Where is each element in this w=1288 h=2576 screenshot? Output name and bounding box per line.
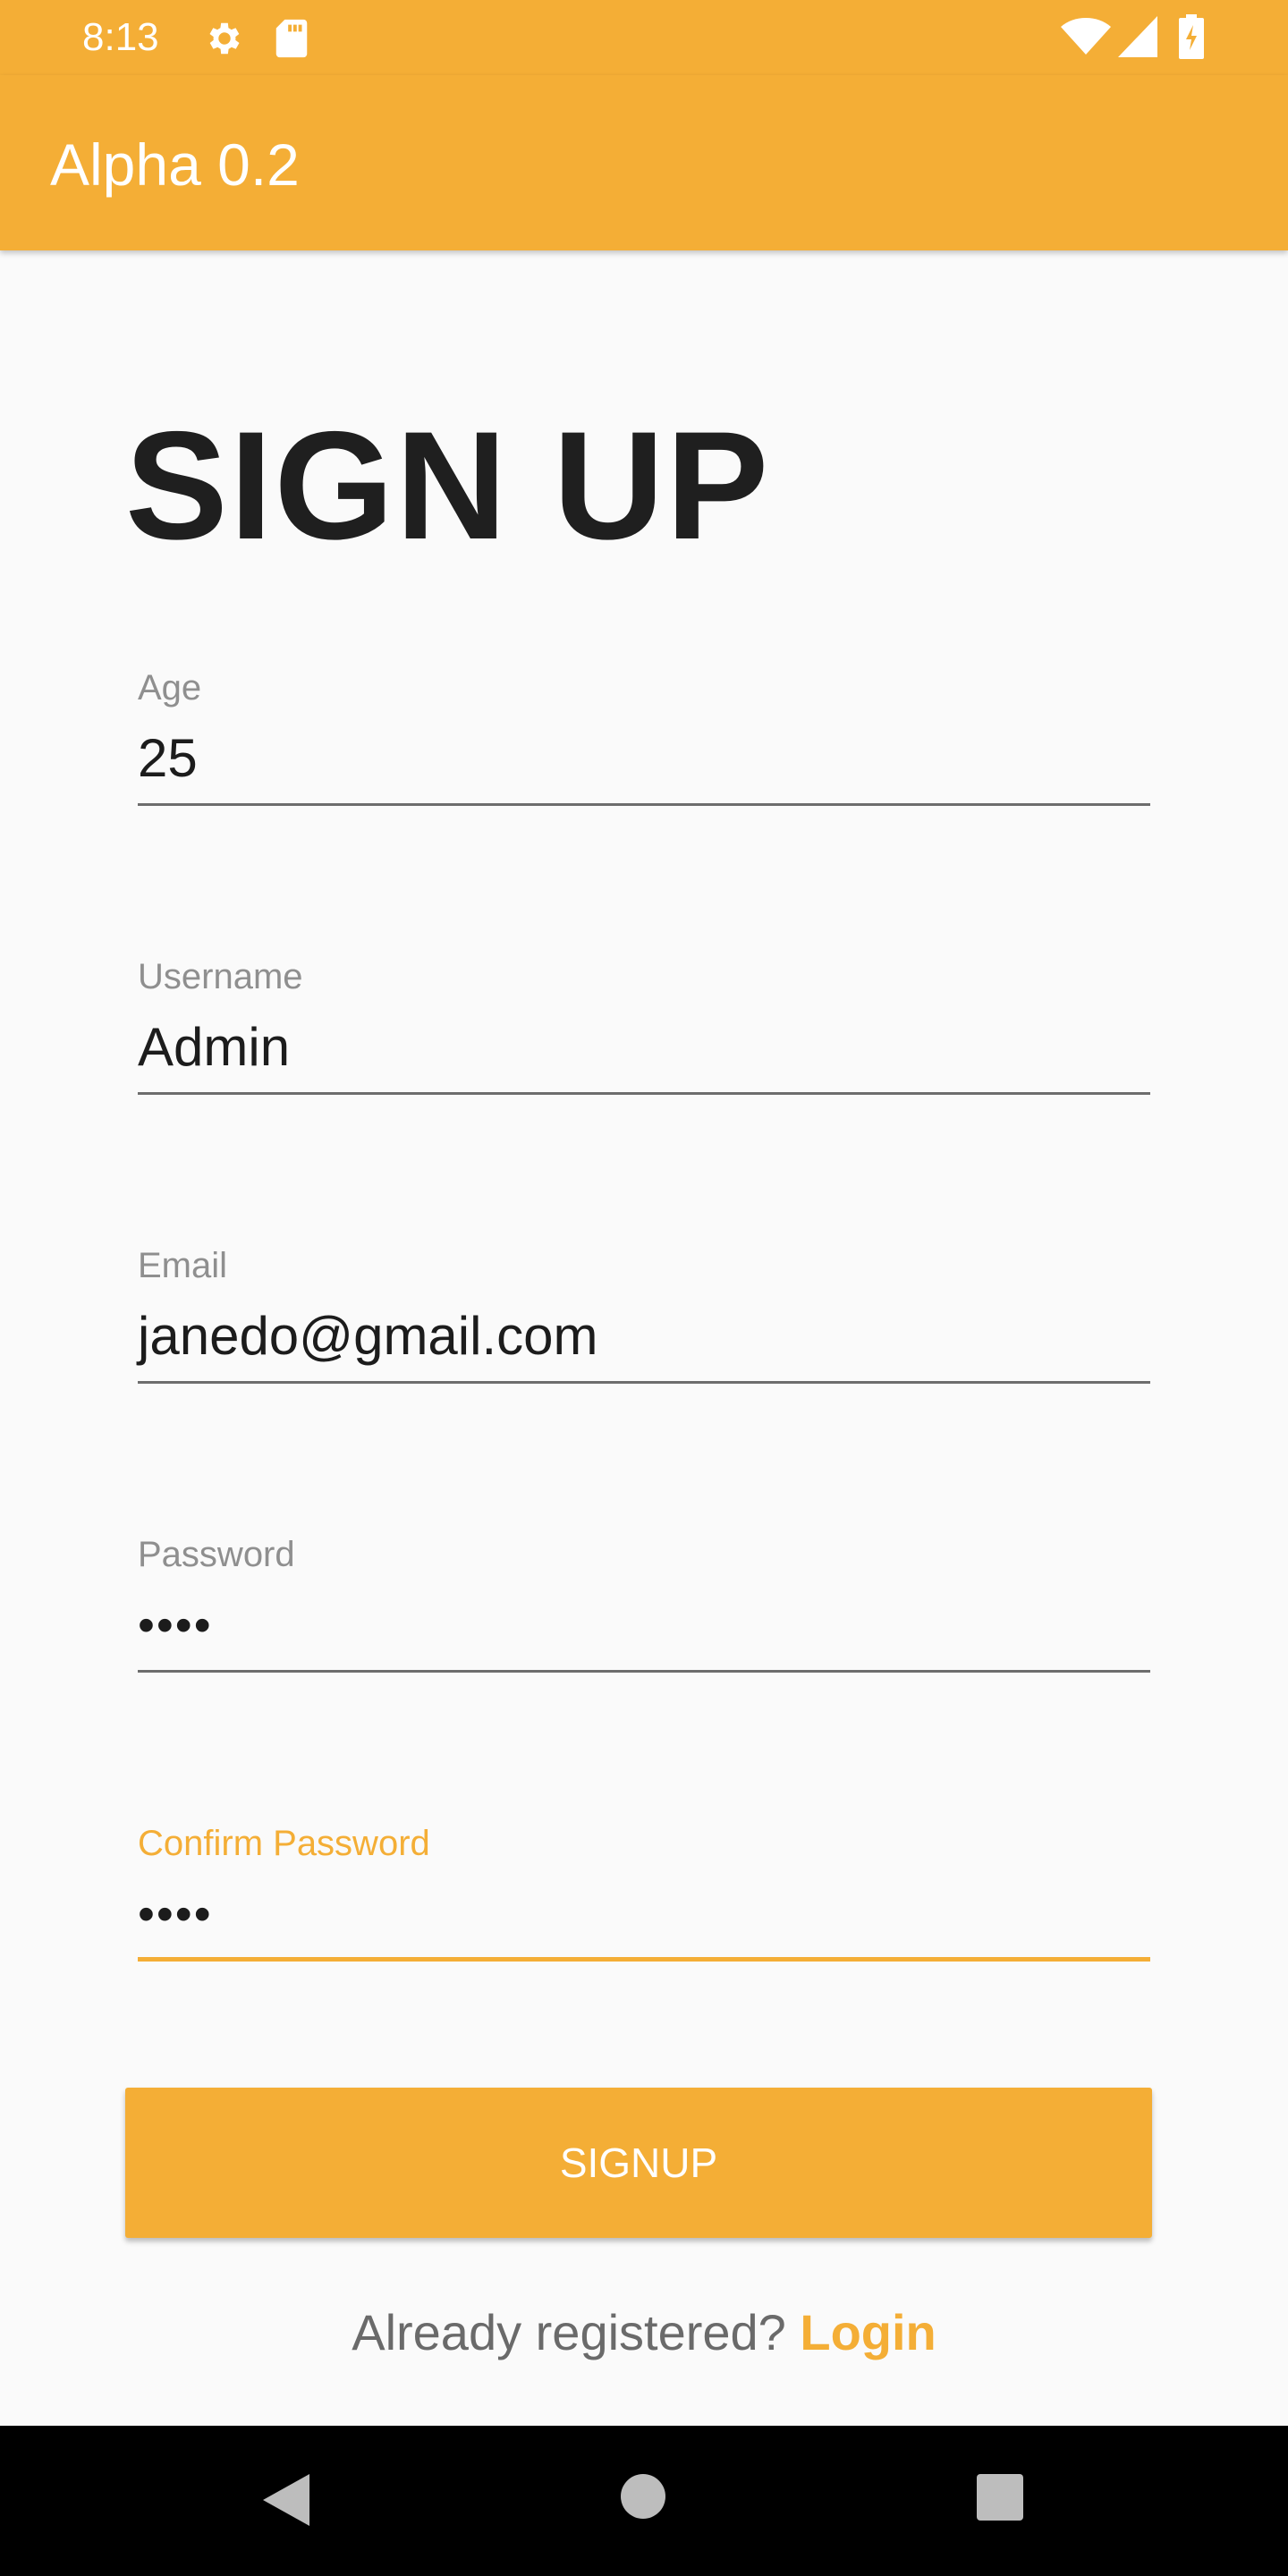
confirm-password-underline [138, 1957, 1150, 1962]
recents-icon[interactable] [977, 2474, 1023, 2521]
page-title: SIGN UP [125, 400, 771, 572]
battery-charging-icon [1179, 14, 1204, 59]
signup-button[interactable]: SIGNUP [125, 2088, 1152, 2238]
age-field[interactable]: Age 25 [138, 665, 1150, 835]
age-label: Age [138, 668, 202, 708]
login-link[interactable]: Login [800, 2304, 936, 2360]
password-field[interactable]: Password •••• [138, 1532, 1150, 1702]
sd-card-icon [275, 19, 308, 58]
username-underline [138, 1092, 1150, 1095]
username-label: Username [138, 957, 303, 996]
password-underline [138, 1670, 1150, 1673]
email-input[interactable]: janedo@gmail.com [138, 1301, 597, 1372]
status-time: 8:13 [82, 15, 159, 59]
password-input[interactable]: •••• [138, 1598, 213, 1652]
back-icon[interactable] [259, 2470, 313, 2529]
app-bar: Alpha 0.2 [0, 75, 1288, 250]
wifi-icon [1061, 18, 1111, 55]
cellular-signal-icon [1118, 16, 1157, 57]
password-label: Password [138, 1535, 295, 1574]
navigation-bar [0, 2426, 1288, 2576]
email-underline [138, 1381, 1150, 1384]
username-field[interactable]: Username Admin [138, 954, 1150, 1124]
confirm-password-input[interactable]: •••• [138, 1887, 213, 1941]
app-title: Alpha 0.2 [50, 131, 300, 198]
gear-icon [209, 22, 240, 55]
age-input[interactable]: 25 [138, 723, 198, 794]
confirm-password-field[interactable]: Confirm Password •••• [138, 1821, 1150, 1991]
home-icon[interactable] [619, 2472, 667, 2521]
confirm-password-label: Confirm Password [138, 1824, 430, 1863]
status-bar: 8:13 [0, 0, 1288, 75]
already-registered-text: Already registered? [352, 2304, 801, 2360]
email-field[interactable]: Email janedo@gmail.com [138, 1243, 1150, 1413]
login-prompt: Already registered? Login [0, 2299, 1288, 2367]
age-underline [138, 803, 1150, 806]
username-input[interactable]: Admin [138, 1012, 290, 1083]
email-label: Email [138, 1246, 228, 1285]
